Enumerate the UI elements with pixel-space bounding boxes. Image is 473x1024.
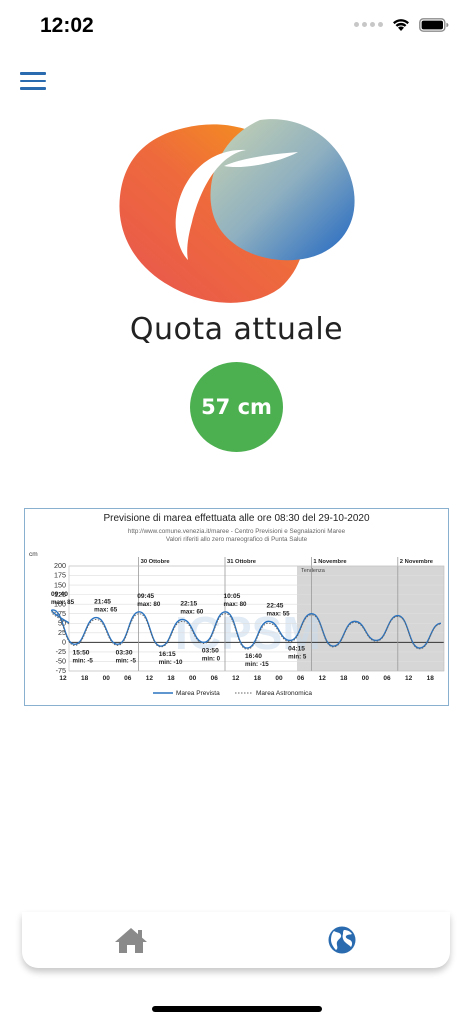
bottom-tab-bar bbox=[22, 912, 450, 968]
x-tick-label: 00 bbox=[189, 675, 197, 682]
day-label: 30 Ottobre bbox=[141, 559, 171, 565]
x-tick-label: 00 bbox=[362, 675, 370, 682]
extreme-time: 22:15 bbox=[180, 600, 197, 607]
home-indicator bbox=[152, 1006, 322, 1012]
venice-tide-logo bbox=[119, 119, 355, 303]
extreme-time: 22:45 bbox=[267, 602, 284, 609]
trend-label: Tendenza bbox=[301, 568, 326, 574]
x-tick-label: 06 bbox=[211, 675, 219, 682]
x-tick-label: 12 bbox=[232, 675, 240, 682]
extreme-time: 03:50 bbox=[202, 647, 219, 654]
extreme-value: min: 0 bbox=[202, 655, 221, 662]
extreme-value: min: -5 bbox=[116, 657, 137, 664]
x-tick-label: 12 bbox=[405, 675, 413, 682]
y-tick-label: -50 bbox=[56, 657, 66, 666]
extreme-time: 04:15 bbox=[288, 645, 305, 652]
x-tick-label: 18 bbox=[427, 675, 435, 682]
extreme-time: 10:05 bbox=[223, 593, 240, 600]
extreme-value: max: 55 bbox=[267, 610, 291, 617]
x-tick-label: 12 bbox=[146, 675, 154, 682]
extreme-time: 16:15 bbox=[159, 651, 176, 658]
extreme-value: max: 85 bbox=[51, 599, 75, 606]
legend-label-prevista: Marea Prevista bbox=[176, 690, 220, 697]
x-tick-label: 00 bbox=[275, 675, 283, 682]
extreme-time: 21:45 bbox=[94, 599, 111, 606]
extreme-value: max: 80 bbox=[223, 601, 247, 608]
wifi-icon bbox=[393, 19, 409, 31]
extreme-value: max: 80 bbox=[137, 601, 161, 608]
home-icon[interactable] bbox=[114, 926, 148, 954]
extreme-value: min: -15 bbox=[245, 661, 269, 668]
extreme-value: max: 65 bbox=[94, 607, 118, 614]
y-axis-label: cm bbox=[29, 551, 38, 558]
globe-icon[interactable] bbox=[327, 925, 357, 955]
extreme-time: 09:40 bbox=[51, 591, 68, 598]
y-tick-label: 0 bbox=[62, 638, 66, 647]
x-tick-label: 18 bbox=[167, 675, 175, 682]
x-tick-label: 06 bbox=[297, 675, 305, 682]
tide-forecast-chart[interactable]: Previsione di marea effettuata alle ore … bbox=[24, 508, 449, 706]
status-icons bbox=[354, 17, 449, 32]
extreme-value: min: 5 bbox=[288, 653, 307, 660]
extreme-value: min: -5 bbox=[73, 657, 94, 664]
battery-icon bbox=[419, 17, 449, 32]
x-tick-label: 06 bbox=[124, 675, 132, 682]
extreme-time: 09:45 bbox=[137, 593, 154, 600]
current-level-title: Quota attuale bbox=[129, 312, 344, 347]
extreme-time: 15:50 bbox=[73, 649, 90, 656]
y-tick-label: 175 bbox=[54, 571, 66, 580]
y-tick-label: -25 bbox=[56, 647, 66, 656]
tide-chart-plot: TendenzaICPSM2001751501251007550250-25-5… bbox=[29, 551, 445, 697]
extreme-time: 16:40 bbox=[245, 653, 262, 660]
day-label: 1 Novembre bbox=[313, 559, 347, 565]
y-tick-label: 200 bbox=[54, 561, 66, 570]
x-tick-label: 12 bbox=[59, 675, 67, 682]
x-tick-label: 12 bbox=[319, 675, 327, 682]
day-label: 31 Ottobre bbox=[227, 559, 257, 565]
x-tick-label: 18 bbox=[81, 675, 89, 682]
legend-label-astronomica: Marea Astronomica bbox=[256, 690, 312, 697]
extreme-value: min: -10 bbox=[159, 659, 183, 666]
cellular-signal-icon bbox=[354, 22, 383, 27]
x-tick-label: 00 bbox=[103, 675, 111, 682]
extreme-value: max: 60 bbox=[180, 608, 204, 615]
x-tick-label: 18 bbox=[254, 675, 262, 682]
extreme-time: 03:30 bbox=[116, 649, 133, 656]
y-tick-label: 150 bbox=[54, 580, 66, 589]
hamburger-menu-icon[interactable] bbox=[20, 72, 46, 92]
x-tick-label: 06 bbox=[383, 675, 391, 682]
status-bar: 12:02 bbox=[0, 0, 473, 54]
x-tick-label: 18 bbox=[340, 675, 348, 682]
current-level-value: 57 cm bbox=[201, 395, 272, 419]
status-time: 12:02 bbox=[40, 14, 94, 37]
y-tick-label: -75 bbox=[56, 666, 66, 675]
current-level-badge: 57 cm bbox=[190, 362, 283, 452]
day-label: 2 Novembre bbox=[400, 559, 434, 565]
